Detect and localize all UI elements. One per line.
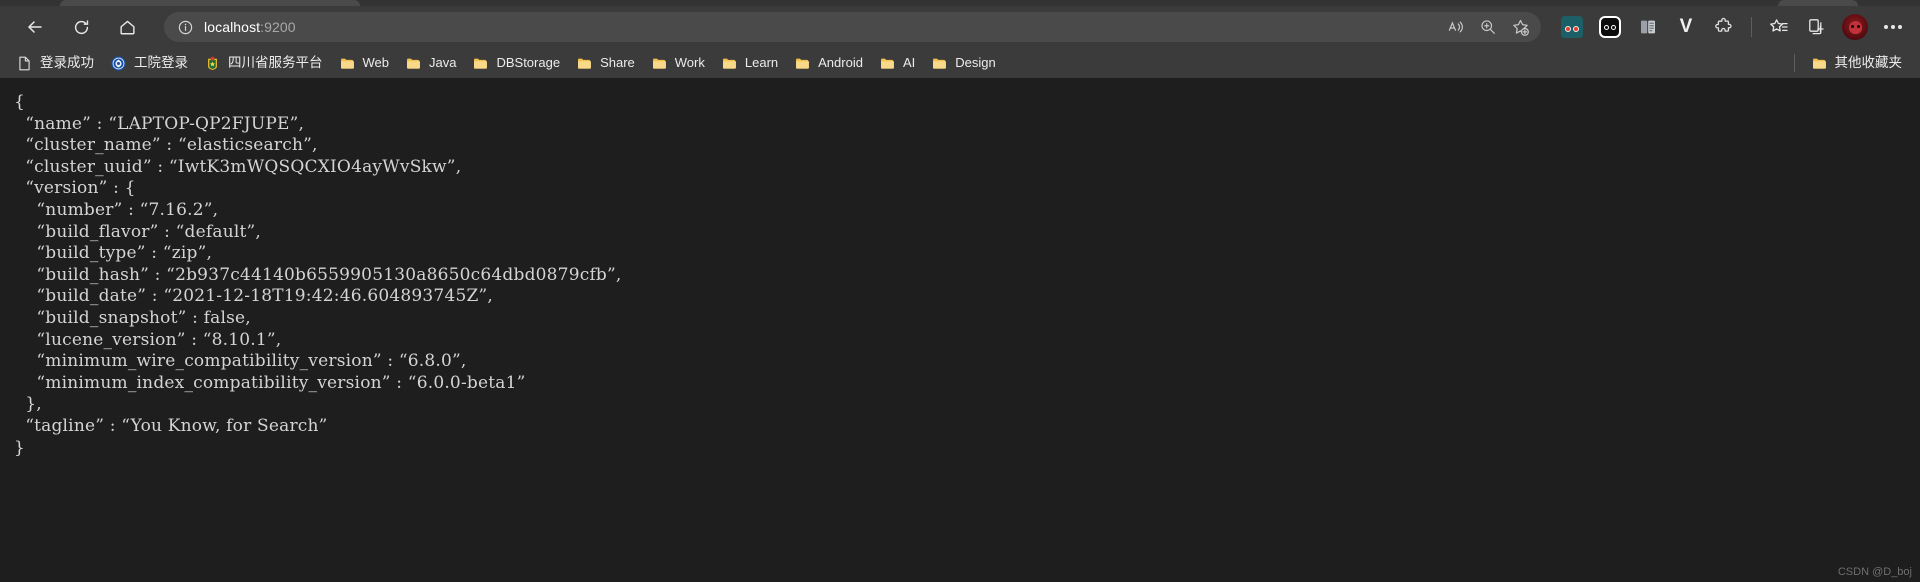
extension-v-icon: V bbox=[1679, 16, 1693, 37]
bookmark-folder-share[interactable]: Share bbox=[568, 52, 643, 75]
navigation-buttons bbox=[8, 11, 144, 43]
zoom-search-icon bbox=[1481, 20, 1495, 34]
extension-v-button[interactable]: V bbox=[1669, 12, 1703, 42]
address-host: localhost bbox=[204, 19, 261, 35]
bookmark-label: 工院登录 bbox=[134, 55, 188, 70]
page-document-icon bbox=[19, 56, 30, 70]
reload-icon bbox=[74, 19, 88, 34]
folder-icon bbox=[722, 58, 736, 69]
folder-icon bbox=[474, 58, 488, 69]
home-button[interactable] bbox=[110, 11, 144, 43]
home-icon bbox=[119, 20, 135, 34]
folder-icon bbox=[652, 58, 666, 69]
page-content: { “name” : “LAPTOP-QP2FJUPE”, “cluster_n… bbox=[0, 78, 1920, 582]
folder-icon bbox=[340, 58, 354, 69]
profile-avatar bbox=[1842, 14, 1868, 40]
bookmark-label: Web bbox=[362, 55, 390, 70]
add-favorite-star-icon bbox=[1512, 19, 1529, 36]
bookmark-label: Share bbox=[600, 55, 635, 70]
bookmark-label: DBStorage bbox=[496, 55, 561, 70]
browser-toolbar: localhost:9200 V bbox=[0, 6, 1920, 48]
read-aloud-button[interactable] bbox=[1441, 14, 1471, 40]
profile-button[interactable] bbox=[1838, 12, 1872, 42]
bookmark-folder-design[interactable]: Design bbox=[923, 52, 1003, 75]
bookmark-item[interactable]: 四川省服务平台 bbox=[196, 52, 331, 75]
toolbar-right-actions: V bbox=[1555, 12, 1912, 42]
address-input[interactable]: localhost:9200 bbox=[204, 19, 1441, 35]
browser-essentials-button[interactable] bbox=[1800, 12, 1834, 42]
bookmark-label: Design bbox=[955, 55, 996, 70]
extension-mask-icon bbox=[1561, 16, 1583, 38]
bookmark-folder-work[interactable]: Work bbox=[643, 52, 713, 75]
school-seal-icon bbox=[111, 55, 126, 71]
watermark: CSDN @D_boj bbox=[1837, 566, 1912, 578]
extension-collections-button[interactable] bbox=[1631, 12, 1665, 42]
browser-essentials-icon bbox=[1809, 19, 1824, 35]
bookmark-folder-web[interactable]: Web bbox=[331, 52, 398, 75]
toolbar-divider bbox=[1751, 17, 1752, 37]
other-favorites-label: 其他收藏夹 bbox=[1834, 55, 1903, 70]
json-response-body: { “name” : “LAPTOP-QP2FJUPE”, “cluster_n… bbox=[14, 92, 622, 458]
gov-emblem-icon bbox=[208, 56, 217, 70]
settings-button[interactable] bbox=[1876, 12, 1910, 42]
read-aloud-icon bbox=[1448, 21, 1463, 33]
bookmark-label: 登录成功 bbox=[40, 55, 94, 70]
reload-button[interactable] bbox=[64, 11, 98, 43]
bookmark-folder-ai[interactable]: AI bbox=[871, 52, 923, 75]
favorites-button[interactable] bbox=[1762, 12, 1796, 42]
address-bar[interactable]: localhost:9200 bbox=[164, 12, 1541, 42]
favorites-list-icon bbox=[1770, 19, 1788, 32]
extension-puzzle-icon bbox=[1715, 17, 1732, 32]
back-arrow-icon bbox=[28, 21, 42, 33]
folder-icon bbox=[407, 58, 420, 69]
folder-icon bbox=[1812, 58, 1826, 69]
settings-ellipsis-icon bbox=[1884, 25, 1902, 29]
bookmark-label: 四川省服务平台 bbox=[228, 55, 323, 70]
folder-icon bbox=[796, 58, 810, 69]
add-favorite-button[interactable] bbox=[1505, 14, 1535, 40]
info-circle-icon bbox=[178, 20, 192, 34]
bookmark-folder-dbstorage[interactable]: DBStorage bbox=[464, 52, 568, 75]
bookmark-folder-android[interactable]: Android bbox=[786, 52, 871, 75]
bookmark-label: Android bbox=[818, 55, 863, 70]
address-bar-actions bbox=[1441, 14, 1535, 40]
bookmark-item[interactable]: 工院登录 bbox=[102, 52, 196, 75]
bookmark-label: Work bbox=[674, 55, 705, 70]
bookmark-folder-learn[interactable]: Learn bbox=[713, 52, 786, 75]
site-info-icon[interactable] bbox=[174, 16, 196, 38]
bookmark-label: AI bbox=[902, 55, 916, 70]
extension-oo-button[interactable] bbox=[1593, 12, 1627, 42]
address-port: :9200 bbox=[260, 19, 296, 35]
extension-collections-icon bbox=[1641, 20, 1655, 34]
extension-oo-icon bbox=[1599, 16, 1621, 38]
extension-mask-button[interactable] bbox=[1555, 12, 1589, 42]
bookmark-label: Learn bbox=[744, 55, 779, 70]
bookmarks-divider bbox=[1793, 54, 1795, 72]
extension-puzzle-button[interactable] bbox=[1707, 12, 1741, 42]
back-button[interactable] bbox=[18, 11, 52, 43]
folder-icon bbox=[880, 58, 894, 69]
zoom-button[interactable] bbox=[1473, 14, 1503, 40]
folder-icon bbox=[933, 58, 947, 69]
bookmarks-bar: 登录成功 工院登录 四川省服务平台 Web Java DBStorage Sha… bbox=[0, 48, 1920, 78]
bookmark-item[interactable]: 登录成功 bbox=[8, 52, 102, 75]
other-favorites-folder[interactable]: 其他收藏夹 bbox=[1803, 52, 1911, 75]
bookmark-folder-java[interactable]: Java bbox=[397, 52, 464, 75]
bookmark-label: Java bbox=[429, 55, 457, 70]
folder-icon bbox=[578, 58, 592, 69]
